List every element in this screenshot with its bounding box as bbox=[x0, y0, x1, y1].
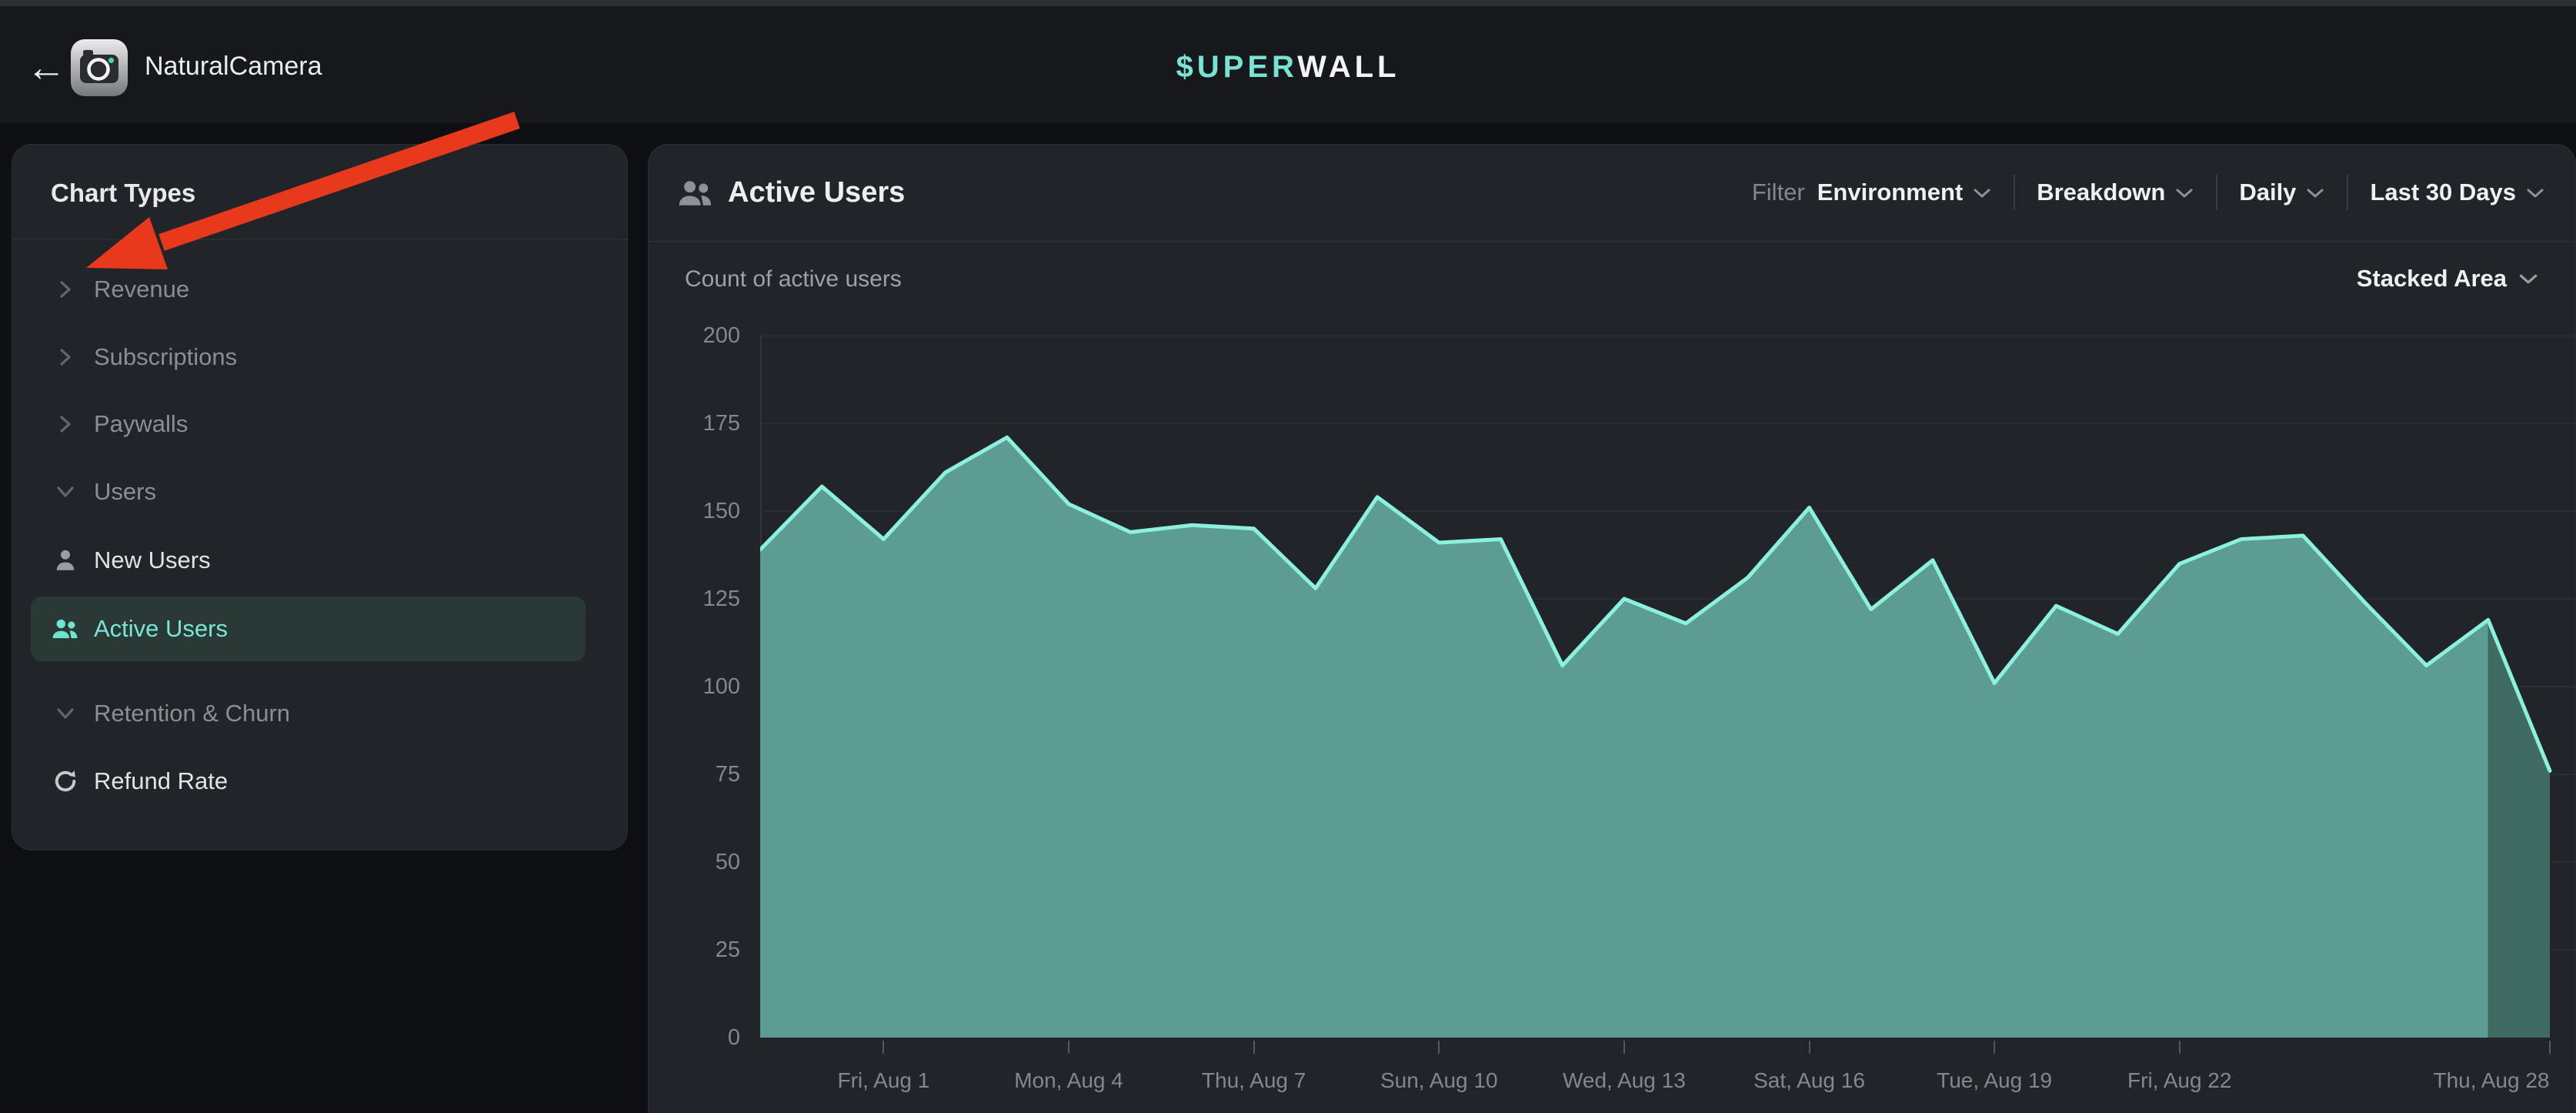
chevron-right-icon bbox=[48, 345, 83, 369]
chevron-down-icon bbox=[48, 706, 83, 721]
chart-subtitle: Count of active users bbox=[685, 266, 902, 292]
x-axis-tick bbox=[2179, 1041, 2181, 1054]
chevron-down-icon bbox=[2174, 187, 2194, 199]
breakdown-value: Breakdown bbox=[2037, 179, 2165, 206]
x-axis-tick bbox=[1623, 1041, 1625, 1054]
header-divider bbox=[649, 241, 2576, 242]
y-axis-label: 0 bbox=[631, 1025, 740, 1051]
chart-type-value: Stacked Area bbox=[2357, 265, 2507, 292]
x-axis-tick bbox=[2549, 1041, 2551, 1054]
sidebar-item-paywalls[interactable]: Paywalls bbox=[31, 397, 586, 451]
y-axis-label: 100 bbox=[631, 674, 740, 700]
filter-separator bbox=[2014, 175, 2015, 210]
sidebar-item-label: Revenue bbox=[94, 276, 189, 303]
x-axis-label: Sun, Aug 10 bbox=[1331, 1068, 1547, 1093]
sidebar-title: Chart Types bbox=[51, 179, 195, 208]
chevron-down-icon bbox=[2525, 187, 2545, 199]
date-range-dropdown[interactable]: Last 30 Days bbox=[2370, 179, 2545, 206]
y-axis-label: 75 bbox=[631, 762, 740, 787]
y-axis-label: 25 bbox=[631, 938, 740, 963]
sidebar-item-label: Users bbox=[94, 478, 156, 506]
y-axis-label: 175 bbox=[631, 411, 740, 436]
area-fill-partial bbox=[2488, 620, 2550, 1038]
y-axis-label: 125 bbox=[631, 587, 740, 612]
x-axis-tick bbox=[1068, 1041, 1069, 1054]
sidebar-item-label: Paywalls bbox=[94, 410, 188, 438]
x-axis-label: Wed, Aug 13 bbox=[1517, 1068, 1732, 1093]
date-range-value: Last 30 Days bbox=[2370, 179, 2516, 206]
area-fill bbox=[760, 437, 2488, 1038]
x-axis-tick bbox=[1438, 1041, 1440, 1054]
users-icon bbox=[48, 615, 83, 643]
chevron-down-icon bbox=[48, 484, 83, 500]
sidebar-item-refund-rate[interactable]: Refund Rate bbox=[31, 754, 586, 808]
topbar: ← NaturalCamera $UPERWALL bbox=[0, 0, 2576, 123]
environment-dropdown[interactable]: Environment bbox=[1817, 179, 1992, 206]
user-icon bbox=[48, 546, 83, 574]
sidebar-item-label: New Users bbox=[94, 546, 211, 574]
x-axis-label: Mon, Aug 4 bbox=[961, 1068, 1176, 1093]
granularity-dropdown[interactable]: Daily bbox=[2239, 179, 2325, 206]
x-axis-label: Fri, Aug 22 bbox=[2072, 1068, 2287, 1093]
sidebar-item-new-users[interactable]: New Users bbox=[31, 533, 586, 587]
area-chart[interactable] bbox=[760, 336, 2576, 1038]
y-axis-label: 150 bbox=[631, 499, 740, 524]
x-axis-tick bbox=[883, 1041, 884, 1054]
chevron-right-icon bbox=[48, 412, 83, 436]
chart-type-dropdown[interactable]: Stacked Area bbox=[2357, 265, 2539, 292]
environment-value: Environment bbox=[1817, 179, 1963, 206]
sidebar-item-revenue[interactable]: Revenue bbox=[31, 262, 586, 316]
sidebar-item-label: Subscriptions bbox=[94, 343, 237, 371]
filter-bar: Filter Environment Breakdown Daily Last … bbox=[1752, 171, 2545, 214]
users-icon bbox=[676, 175, 716, 211]
chevron-down-icon bbox=[1972, 187, 1992, 199]
sidebar-item-retention-churn[interactable]: Retention & Churn bbox=[31, 687, 586, 740]
x-axis-label: Thu, Aug 7 bbox=[1146, 1068, 1362, 1093]
filter-label: Filter bbox=[1752, 179, 1805, 206]
chevron-down-icon bbox=[2518, 272, 2539, 285]
x-axis-tick bbox=[1809, 1041, 1810, 1054]
logo-teal-part: $UPER bbox=[1176, 50, 1298, 84]
y-axis-label: 200 bbox=[631, 323, 740, 349]
x-axis-tick bbox=[1994, 1041, 1995, 1054]
x-axis-label: Thu, Aug 28 bbox=[2384, 1068, 2576, 1093]
x-axis-label: Fri, Aug 1 bbox=[776, 1068, 991, 1093]
sidebar-divider bbox=[12, 239, 629, 240]
page-title: Active Users bbox=[728, 176, 905, 209]
sidebar-item-active-users[interactable]: Active Users bbox=[31, 597, 586, 661]
granularity-value: Daily bbox=[2239, 179, 2296, 206]
chevron-down-icon bbox=[2305, 187, 2325, 199]
y-axis-label: 50 bbox=[631, 850, 740, 875]
chevron-right-icon bbox=[48, 277, 83, 302]
filter-separator bbox=[2216, 175, 2217, 210]
breakdown-dropdown[interactable]: Breakdown bbox=[2037, 179, 2194, 206]
sidebar-item-label: Active Users bbox=[94, 615, 228, 643]
filter-separator bbox=[2347, 175, 2348, 210]
x-axis-tick bbox=[1253, 1041, 1255, 1054]
app-window: ← NaturalCamera $UPERWALL Chart Types Re… bbox=[0, 0, 2576, 1113]
x-axis-label: Sat, Aug 16 bbox=[1702, 1068, 1917, 1093]
superwall-logo[interactable]: $UPERWALL bbox=[0, 50, 2576, 85]
refresh-icon bbox=[48, 767, 83, 795]
logo-white-part: WALL bbox=[1297, 50, 1400, 84]
sidebar-item-subscriptions[interactable]: Subscriptions bbox=[31, 330, 586, 384]
sidebar-item-label: Retention & Churn bbox=[94, 700, 290, 727]
x-axis-label: Tue, Aug 19 bbox=[1887, 1068, 2102, 1093]
sidebar-item-users[interactable]: Users bbox=[31, 465, 586, 519]
sidebar-item-label: Refund Rate bbox=[94, 767, 228, 795]
